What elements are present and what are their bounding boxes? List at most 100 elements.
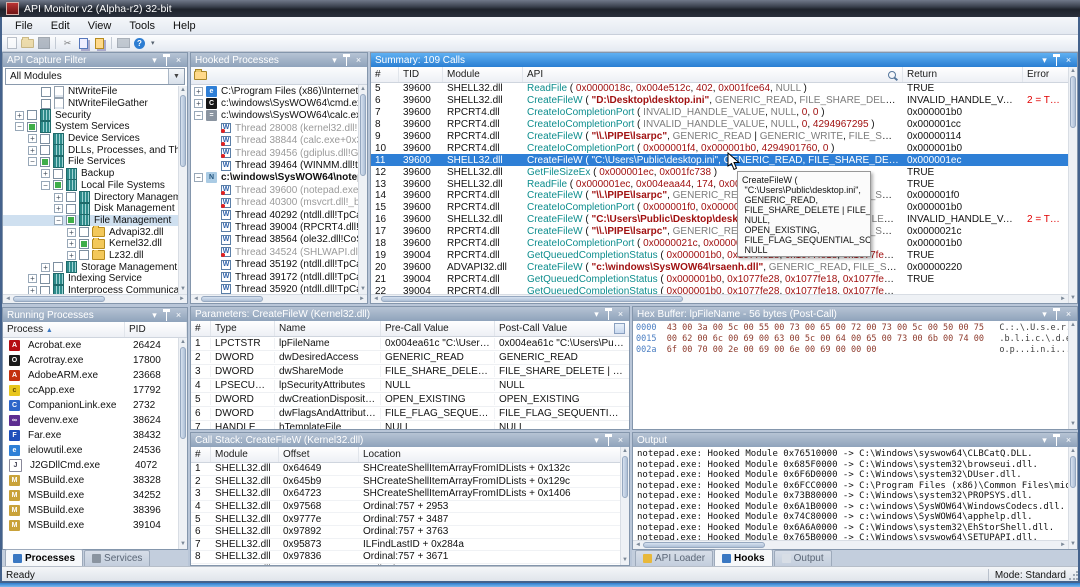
filter-tree-item[interactable]: − Local File Systems — [3, 179, 187, 192]
parameter-row[interactable]: 4LPSECURITY_AT...lpSecurityAttributesNUL… — [191, 379, 629, 393]
expand-icon[interactable]: + — [28, 134, 37, 144]
collapse-icon[interactable]: − — [194, 173, 203, 183]
hooked-thread-item[interactable]: W Thread 28008 (kernel32.dll!LoadLib — [191, 122, 367, 134]
horizontal-scrollbar[interactable]: ◄ ► — [633, 540, 1068, 549]
checkbox[interactable] — [40, 156, 50, 167]
pin-icon[interactable] — [343, 54, 350, 66]
help-icon[interactable]: ? — [133, 37, 146, 50]
summary-row[interactable]: 10 39600 RPCRT4.dll CreateIoCompletionPort … — [371, 142, 1068, 154]
vertical-scrollbar[interactable]: ▲ ▼ — [178, 338, 187, 549]
vertical-scrollbar[interactable]: ▲ ▼ — [1068, 321, 1077, 429]
filter-tree-item[interactable]: + Security — [3, 109, 187, 122]
parameter-row[interactable]: 2 DWORD dwDesiredAccess GENERIC_READ GENERIC… — [191, 351, 629, 365]
collapse-icon[interactable]: − — [41, 180, 50, 190]
paste-icon[interactable] — [93, 37, 106, 50]
process-row[interactable]: A AdobeARM.exe 23668 — [3, 368, 187, 383]
filter-tree-item[interactable]: NtWriteFileGather — [3, 97, 187, 110]
hooked-process-item[interactable]: +Cc:\windows\SysWOW64\cmd.exe (Term — [191, 97, 367, 110]
panel-menu-chevron-icon[interactable]: ▾ — [592, 309, 601, 319]
call-stack-row[interactable]: 3 SHELL32.dll 0x64723 SHCreateShellItemArra… — [191, 488, 620, 501]
hooked-thread-item[interactable]: W Thread 39172 (ntdll.dll!TpCallbackM — [191, 271, 367, 283]
column-header-error[interactable]: Error — [1023, 67, 1068, 82]
grid-icon[interactable] — [614, 323, 625, 334]
filter-tree-item[interactable]: + Indexing Service — [3, 273, 187, 285]
checkbox[interactable] — [66, 192, 76, 203]
collapse-icon[interactable]: − — [54, 215, 63, 225]
collapse-icon[interactable]: − — [15, 122, 24, 132]
parameter-row[interactable]: 1 LPCTSTR lpFileName 0x004ea61c "C:\Users\P… — [191, 337, 629, 351]
panel-menu-chevron-icon[interactable]: ▾ — [1040, 309, 1049, 319]
summary-row[interactable]: 13 39600 SHELL32.dll ReadFile ( 0x000001ec,… — [371, 178, 1068, 190]
panel-menu-chevron-icon[interactable]: ▾ — [150, 310, 159, 320]
hooked-thread-item[interactable]: W Thread 40300 (msvcrt.dll!_beginthr — [191, 197, 367, 209]
vertical-scrollbar[interactable]: ▲ ▼ — [1068, 67, 1077, 303]
process-row[interactable]: M MSBuild.exe 38396 — [3, 503, 187, 518]
process-row[interactable]: M MSBuild.exe 38328 — [3, 473, 187, 488]
print-icon[interactable] — [117, 37, 130, 50]
module-filter-dropdown[interactable]: All Modules ▼ — [5, 68, 185, 85]
call-stack-row[interactable]: 2 SHELL32.dll 0x645b9 SHCreateShellItemArra… — [191, 476, 620, 489]
vertical-scrollbar[interactable]: ▲ ▼ — [178, 86, 187, 294]
expand-icon[interactable]: + — [28, 274, 37, 284]
tab-services[interactable]: Services — [84, 550, 151, 566]
filter-tree-item[interactable]: + Interprocess Communications — [3, 284, 187, 294]
filter-tree-item[interactable]: + Storage Management — [3, 261, 187, 273]
filter-tree-item[interactable]: + Lz32.dll — [3, 249, 187, 262]
expand-icon[interactable]: + — [28, 145, 37, 155]
summary-row[interactable]: 16 39600 SHELL32.dll CreateFileW ( "C:\User… — [371, 214, 1068, 226]
column-header-tid[interactable]: TID — [399, 67, 443, 82]
checkbox[interactable] — [79, 238, 89, 249]
column-header-postcall[interactable]: Post-Call Value — [495, 321, 629, 336]
hooked-thread-item[interactable]: W Thread 35192 (ntdll.dll!TpCallbackM — [191, 258, 367, 270]
tab-output[interactable]: Output — [773, 550, 832, 566]
summary-row[interactable]: 11 39600 SHELL32.dll CreateFileW ( "C:\User… — [371, 154, 1068, 167]
toolbar-overflow-icon[interactable]: ▾ — [151, 39, 155, 47]
process-row[interactable]: F Far.exe 38432 — [3, 428, 187, 443]
summary-row[interactable]: 15 39600 RPCRT4.dll CreateIoCompletionPort … — [371, 202, 1068, 214]
filter-tree-item[interactable]: + Advapi32.dll — [3, 226, 187, 238]
resize-grip[interactable] — [1068, 571, 1078, 581]
summary-row[interactable]: 21 39004 RPCRT4.dll GetQueuedCompletionStat… — [371, 273, 1068, 285]
expand-icon[interactable]: + — [41, 169, 50, 179]
column-header-location[interactable]: Location — [359, 447, 620, 462]
column-header-pid[interactable]: PID — [125, 322, 187, 337]
expand-icon[interactable]: + — [54, 192, 63, 202]
column-header-num[interactable]: # — [191, 447, 211, 462]
summary-row[interactable]: 22 39004 RPCRT4.dll GetQueuedCompletionStat… — [371, 285, 1068, 294]
horizontal-scrollbar[interactable]: ◄ ► — [191, 294, 367, 303]
process-row[interactable]: M MSBuild.exe 39104 — [3, 518, 187, 533]
call-stack-row[interactable]: 5 SHELL32.dll 0x9777e Ordinal:757 + 3487 — [191, 513, 620, 526]
hooked-thread-item[interactable]: W Thread 34524 (SHLWAPI.dll!Ordinal — [191, 246, 367, 258]
hooked-process-item[interactable]: −= c:\windows\SysWOW64\calc.exe (Term — [191, 110, 367, 122]
expand-icon[interactable]: + — [41, 262, 50, 272]
column-header-return[interactable]: Return — [903, 67, 1023, 82]
parameter-row[interactable]: 6 DWORD dwFlagsAndAttributes FILE_FLAG_SEQU… — [191, 407, 629, 421]
column-header-module[interactable]: Module — [211, 447, 279, 462]
hooked-process-item[interactable]: −Nc:\windows\SysWOW64\notepad.exe — [191, 172, 367, 184]
column-header-precall[interactable]: Pre-Call Value — [381, 321, 495, 336]
panel-menu-chevron-icon[interactable]: ▾ — [150, 55, 159, 65]
process-row[interactable]: e ielowutil.exe 24536 — [3, 443, 187, 458]
parameter-row[interactable]: 3DWORDdwShareModeFILE_SHARE_DELETE | FIL… — [191, 365, 629, 379]
search-icon[interactable] — [888, 70, 896, 79]
column-header-process[interactable]: Process ▲ — [3, 322, 125, 337]
summary-row[interactable]: 8 39600 RPCRT4.dll CreateIoCompletionPort (… — [371, 119, 1068, 131]
summary-row[interactable]: 6 39600 SHELL32.dll CreateFileW ( "D:\Deskt… — [371, 95, 1068, 107]
summary-row[interactable]: 18 39600 RPCRT4.dll CreateIoCompletionPort … — [371, 238, 1068, 250]
column-header-api[interactable]: API — [523, 67, 903, 82]
call-stack-row[interactable]: 4 SHELL32.dll 0x97568 Ordinal:757 + 2953 — [191, 501, 620, 514]
vertical-scrollbar[interactable]: ▲ ▼ — [620, 447, 629, 565]
filter-tree-item[interactable]: − System Services — [3, 121, 187, 133]
summary-row[interactable]: 17 39600 RPCRT4.dll CreateFileW ( "\\.\PIPE… — [371, 226, 1068, 238]
expand-icon[interactable]: + — [54, 204, 63, 214]
menu-edit[interactable]: Edit — [42, 19, 79, 33]
filter-tree-item[interactable]: NtWriteFile — [3, 86, 187, 98]
checkbox[interactable] — [27, 110, 37, 121]
process-row[interactable]: c ccApp.exe 17792 — [3, 383, 187, 398]
close-icon[interactable]: × — [616, 435, 625, 445]
call-stack-row[interactable]: 6 SHELL32.dll 0x97892 Ordinal:757 + 3763 — [191, 526, 620, 539]
filter-tree-item[interactable]: + Directory Management — [3, 191, 187, 203]
open-icon[interactable] — [21, 36, 34, 50]
pin-icon[interactable] — [605, 434, 612, 446]
close-icon[interactable]: × — [354, 55, 363, 65]
